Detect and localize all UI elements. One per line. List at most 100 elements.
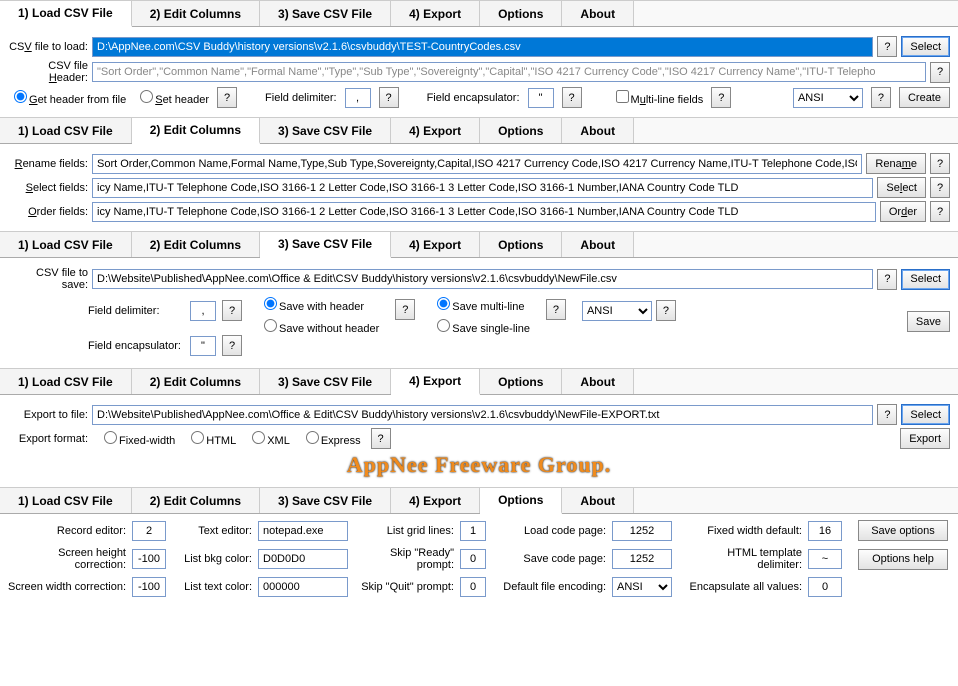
screen-width-correction-input[interactable] <box>132 577 166 597</box>
tab-export[interactable]: 4) Export <box>391 232 480 257</box>
encoding-select-load[interactable]: ANSI <box>793 88 863 108</box>
help-header-mode[interactable] <box>217 87 237 108</box>
select-save-file-button[interactable]: Select <box>901 269 950 290</box>
order-fields-input[interactable] <box>92 202 876 222</box>
tab-save-csv[interactable]: 3) Save CSV File <box>260 369 391 394</box>
tab-about[interactable]: About <box>562 1 634 26</box>
help-multiline[interactable] <box>711 87 731 108</box>
tab-export[interactable]: 4) Export <box>391 369 480 395</box>
select-export-file-button[interactable]: Select <box>901 404 950 425</box>
help-rename[interactable] <box>930 153 950 174</box>
tab-export[interactable]: 4) Export <box>391 488 480 513</box>
radio-set-header[interactable]: Set header <box>134 90 209 106</box>
order-button[interactable]: Order <box>880 201 926 222</box>
field-encapsulator-input[interactable] <box>528 88 554 108</box>
checkbox-multiline[interactable]: Multi-line fields <box>610 90 704 106</box>
tab-save-csv[interactable]: 3) Save CSV File <box>260 1 391 26</box>
radio-save-singleline[interactable]: Save single-line <box>431 319 530 335</box>
help-order[interactable] <box>930 201 950 222</box>
field-delimiter-input[interactable] <box>345 88 371 108</box>
help-delimiter[interactable] <box>379 87 399 108</box>
help-encapsulator[interactable] <box>562 87 582 108</box>
tab-edit-columns[interactable]: 2) Edit Columns <box>132 1 260 26</box>
skip-ready-prompt-input[interactable] <box>460 549 486 569</box>
help-save-path[interactable] <box>877 269 897 290</box>
tab-edit-columns[interactable]: 2) Edit Columns <box>132 232 260 257</box>
help-export-path[interactable] <box>877 404 897 425</box>
select-fields-input[interactable] <box>92 178 873 198</box>
tab-about[interactable]: About <box>562 232 634 257</box>
radio-express[interactable]: Express <box>300 431 361 447</box>
csv-load-path-input[interactable] <box>92 37 873 57</box>
tab-edit-columns[interactable]: 2) Edit Columns <box>132 369 260 394</box>
tab-options[interactable]: Options <box>480 1 562 26</box>
help-save-delimiter[interactable] <box>222 300 242 321</box>
radio-save-without-header[interactable]: Save without header <box>258 319 379 335</box>
radio-fixed-width[interactable]: Fixed-width <box>98 431 175 447</box>
tab-export[interactable]: 4) Export <box>391 1 480 26</box>
tab-load-csv[interactable]: 1) Load CSV File <box>0 369 132 394</box>
rename-fields-input[interactable] <box>92 154 862 174</box>
tab-load-csv[interactable]: 1) Load CSV File <box>0 1 132 27</box>
tab-about[interactable]: About <box>562 118 634 143</box>
list-grid-lines-input[interactable] <box>460 521 486 541</box>
csv-save-path-input[interactable] <box>92 269 873 289</box>
record-editor-input[interactable] <box>132 521 166 541</box>
default-file-encoding-select[interactable]: ANSI <box>612 577 672 597</box>
help-header[interactable] <box>930 62 950 83</box>
tab-options[interactable]: Options <box>480 488 562 514</box>
panel-edit-columns: 1) Load CSV File 2) Edit Columns 3) Save… <box>0 117 958 231</box>
export-path-input[interactable] <box>92 405 873 425</box>
tab-about[interactable]: About <box>562 488 634 513</box>
tab-save-csv[interactable]: 3) Save CSV File <box>260 232 391 258</box>
select-fields-button[interactable]: Select <box>877 177 926 198</box>
tab-save-csv[interactable]: 3) Save CSV File <box>260 488 391 513</box>
load-code-page-input[interactable] <box>612 521 672 541</box>
radio-save-multiline[interactable]: Save multi-line <box>431 297 530 313</box>
fixed-width-default-input[interactable] <box>808 521 842 541</box>
help-export-format[interactable] <box>371 428 391 449</box>
screen-height-correction-input[interactable] <box>132 549 166 569</box>
save-delimiter-input[interactable] <box>190 301 216 321</box>
save-button[interactable]: Save <box>907 311 950 332</box>
help-encoding-save[interactable] <box>656 300 676 321</box>
help-save-multiline[interactable] <box>546 299 566 320</box>
list-text-color-input[interactable] <box>258 577 348 597</box>
select-load-file-button[interactable]: Select <box>901 36 950 57</box>
tab-export[interactable]: 4) Export <box>391 118 480 143</box>
tab-edit-columns[interactable]: 2) Edit Columns <box>132 488 260 513</box>
tab-about[interactable]: About <box>562 369 634 394</box>
list-bkg-color-input[interactable] <box>258 549 348 569</box>
options-help-button[interactable]: Options help <box>858 549 948 570</box>
export-button[interactable]: Export <box>900 428 950 449</box>
radio-xml[interactable]: XML <box>246 431 290 447</box>
tab-options[interactable]: Options <box>480 369 562 394</box>
radio-save-with-header[interactable]: Save with header <box>258 297 379 313</box>
tab-load-csv[interactable]: 1) Load CSV File <box>0 232 132 257</box>
skip-quit-prompt-input[interactable] <box>460 577 486 597</box>
help-load-path[interactable] <box>877 36 897 57</box>
save-code-page-input[interactable] <box>612 549 672 569</box>
encoding-select-save[interactable]: ANSI <box>582 301 652 321</box>
tabs-1: 1) Load CSV File 2) Edit Columns 3) Save… <box>0 1 958 27</box>
help-encoding-load[interactable] <box>871 87 891 108</box>
radio-html[interactable]: HTML <box>185 431 236 447</box>
help-save-encap[interactable] <box>222 335 242 356</box>
save-options-button[interactable]: Save options <box>858 520 948 541</box>
rename-button[interactable]: Rename <box>866 153 926 174</box>
encapsulate-all-values-input[interactable] <box>808 577 842 597</box>
tab-options[interactable]: Options <box>480 118 562 143</box>
save-encap-input[interactable] <box>190 336 216 356</box>
create-button[interactable]: Create <box>899 87 950 108</box>
csv-header-input[interactable] <box>92 62 926 82</box>
tab-save-csv[interactable]: 3) Save CSV File <box>260 118 391 143</box>
help-save-header[interactable] <box>395 299 415 320</box>
radio-get-header[interactable]: Get header from file <box>8 90 126 106</box>
html-template-delimiter-input[interactable] <box>808 549 842 569</box>
tab-load-csv[interactable]: 1) Load CSV File <box>0 118 132 143</box>
tab-load-csv[interactable]: 1) Load CSV File <box>0 488 132 513</box>
tab-options[interactable]: Options <box>480 232 562 257</box>
tab-edit-columns[interactable]: 2) Edit Columns <box>132 118 260 144</box>
text-editor-input[interactable] <box>258 521 348 541</box>
help-select-fields[interactable] <box>930 177 950 198</box>
